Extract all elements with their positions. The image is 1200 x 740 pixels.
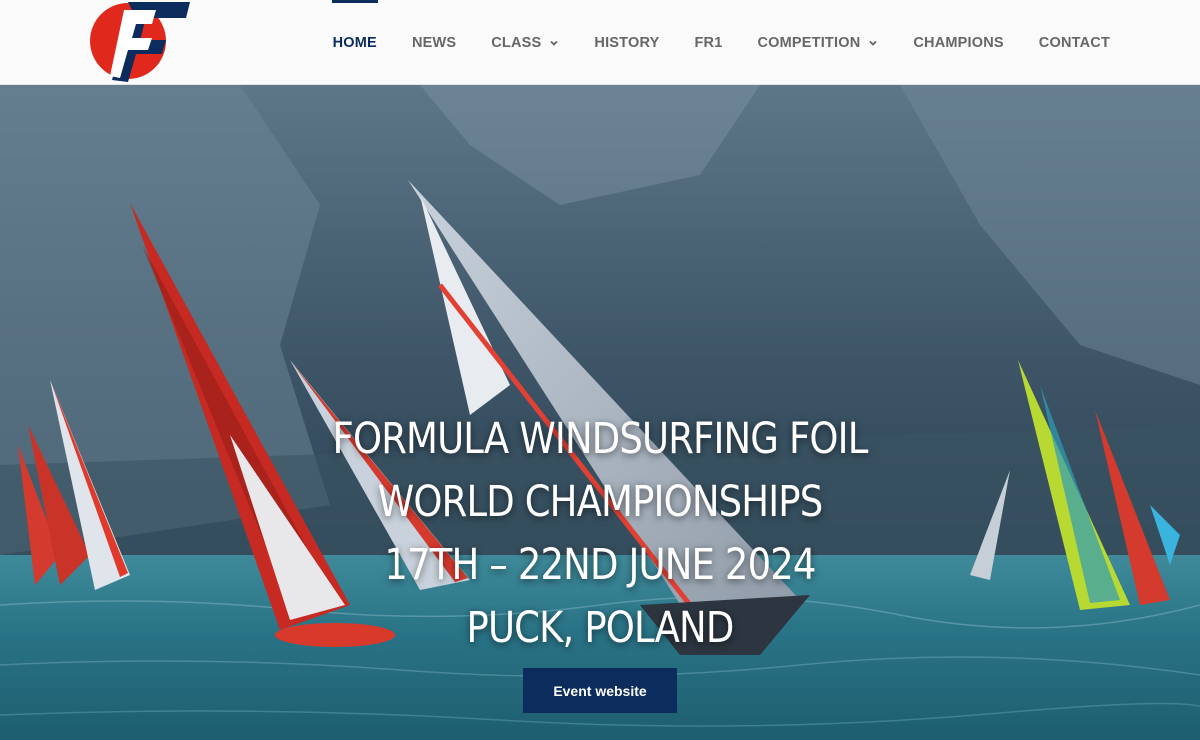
hero-line-2: WORLD CHAMPIONSHIPS	[377, 477, 823, 527]
nav-competition-label: COMPETITION	[757, 34, 861, 51]
event-website-button[interactable]: Event website	[523, 668, 677, 713]
nav-history[interactable]: HISTORY	[594, 0, 659, 85]
nav-news-label: NEWS	[411, 34, 457, 51]
nav-class[interactable]: CLASS	[491, 0, 559, 85]
hero-line-4: PUCK, POLAND	[466, 603, 735, 653]
nav-history-label: HISTORY	[594, 34, 660, 51]
hero-banner: FORMULA WINDSURFING FOIL WORLD CHAMPIONS…	[0, 85, 1200, 740]
chevron-down-icon	[550, 40, 559, 46]
nav-news[interactable]: NEWS	[412, 0, 456, 85]
chevron-down-icon	[869, 40, 878, 46]
nav-fr1-label: FR1	[694, 34, 723, 51]
nav-fr1[interactable]: FR1	[694, 0, 722, 85]
main-nav: HOME NEWS CLASS HISTORY FR1 COMPETITION …	[331, 0, 1110, 85]
site-header: HOME NEWS CLASS HISTORY FR1 COMPETITION …	[0, 0, 1200, 85]
hero-line-1: FORMULA WINDSURFING FOIL	[332, 414, 869, 464]
nav-home-label: HOME	[332, 34, 377, 51]
nav-competition[interactable]: COMPETITION	[757, 0, 878, 85]
hero-line-3: 17TH – 22ND JUNE 2024	[384, 540, 816, 590]
nav-class-label: CLASS	[491, 34, 542, 51]
nav-champions-label: CHAMPIONS	[913, 34, 1004, 51]
nav-home[interactable]: HOME	[331, 0, 379, 85]
nav-contact[interactable]: CONTACT	[1039, 0, 1110, 85]
formula-windsurfing-logo[interactable]	[88, 0, 192, 82]
hero-heading: FORMULA WINDSURFING FOIL WORLD CHAMPIONS…	[84, 408, 1116, 660]
nav-champions[interactable]: CHAMPIONS	[913, 0, 1003, 85]
nav-contact-label: CONTACT	[1038, 34, 1110, 51]
